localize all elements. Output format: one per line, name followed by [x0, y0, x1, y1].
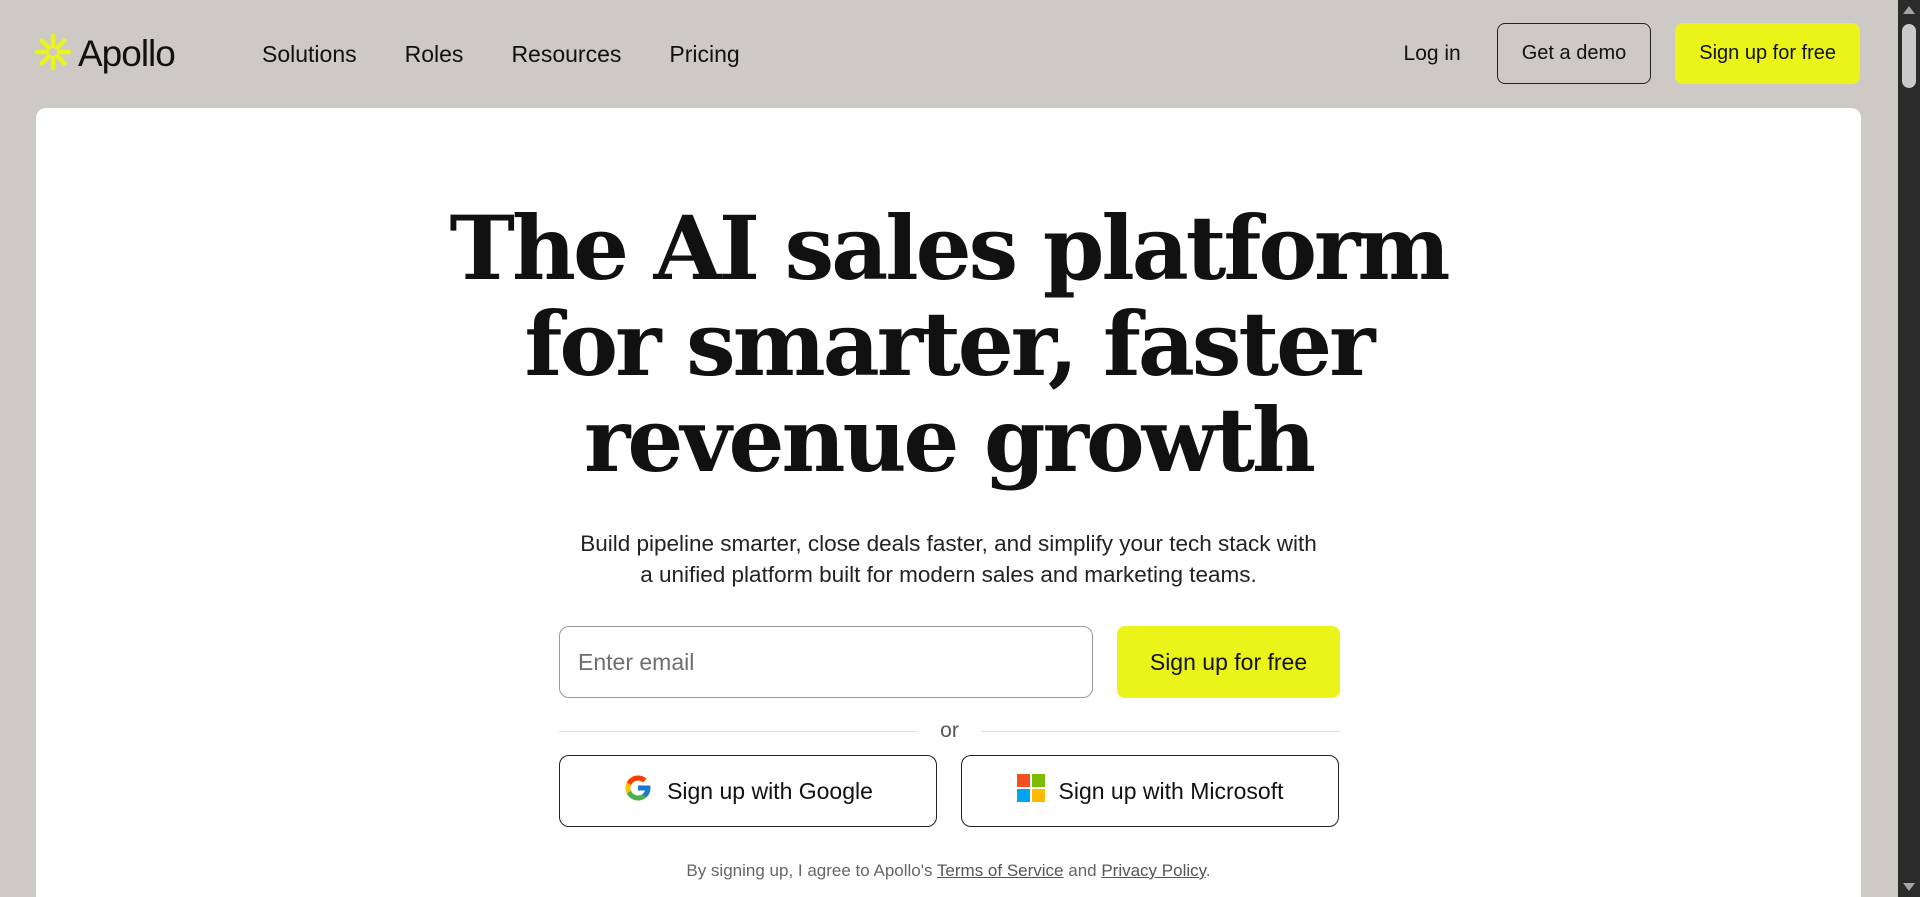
- brand-name: Apollo: [78, 33, 176, 74]
- divider-line-right: [980, 730, 1340, 732]
- nav-solutions[interactable]: Solutions: [262, 34, 357, 74]
- microsoft-signup-label: Sign up with Microsoft: [1058, 777, 1284, 804]
- nav-resources[interactable]: Resources: [511, 34, 621, 74]
- or-divider: or: [559, 716, 1340, 746]
- signup-button[interactable]: Sign up for free: [1117, 626, 1340, 698]
- hero-subtitle: Build pipeline smarter, close deals fast…: [36, 528, 1861, 590]
- nav-actions: Log in Get a demo Sign up for free: [1392, 23, 1860, 84]
- nav-pricing[interactable]: Pricing: [669, 34, 739, 74]
- terms-link[interactable]: Terms of Service: [937, 861, 1064, 880]
- divider-line-left: [559, 730, 919, 732]
- hero-headline: The AI sales platform for smarter, faste…: [36, 200, 1861, 488]
- scrollbar[interactable]: [1898, 0, 1920, 897]
- privacy-link[interactable]: Privacy Policy: [1101, 861, 1206, 880]
- microsoft-icon: [1016, 774, 1045, 808]
- get-demo-button[interactable]: Get a demo: [1496, 23, 1652, 84]
- scroll-up-icon[interactable]: [1903, 6, 1915, 14]
- email-input[interactable]: [559, 626, 1093, 698]
- headline-line-2: for smarter, faster: [524, 292, 1376, 396]
- nav-roles[interactable]: Roles: [405, 34, 464, 74]
- microsoft-signup-button[interactable]: Sign up with Microsoft: [961, 755, 1339, 827]
- email-signup-row: Sign up for free: [559, 626, 1340, 698]
- signup-top-button[interactable]: Sign up for free: [1675, 23, 1860, 84]
- hero-card: The AI sales platform for smarter, faste…: [36, 108, 1861, 897]
- or-text: or: [940, 719, 959, 742]
- subtitle-line-2: a unified platform built for modern sale…: [640, 562, 1257, 587]
- sso-buttons: Sign up with Google Sign up with Microso…: [559, 755, 1339, 827]
- login-link[interactable]: Log in: [1392, 24, 1473, 84]
- google-icon: [623, 773, 653, 809]
- scroll-down-icon[interactable]: [1903, 883, 1915, 891]
- logo[interactable]: Apollo: [34, 30, 176, 78]
- google-signup-label: Sign up with Google: [667, 777, 873, 804]
- headline-line-3: revenue growth: [583, 388, 1316, 492]
- headline-line-1: The AI sales platform: [449, 196, 1451, 300]
- legal-notice: By signing up, I agree to Apollo's Terms…: [36, 861, 1861, 881]
- subtitle-line-1: Build pipeline smarter, close deals fast…: [580, 531, 1317, 556]
- nav-links: Solutions Roles Resources Pricing: [262, 34, 740, 74]
- google-signup-button[interactable]: Sign up with Google: [559, 755, 937, 827]
- top-nav: Apollo Solutions Roles Resources Pricing…: [0, 0, 1898, 108]
- asterisk-sun-icon: [34, 33, 72, 76]
- legal-prefix: By signing up, I agree to Apollo's: [686, 861, 937, 880]
- legal-suffix: .: [1205, 861, 1211, 880]
- legal-and: and: [1063, 861, 1102, 880]
- scroll-thumb[interactable]: [1902, 24, 1916, 88]
